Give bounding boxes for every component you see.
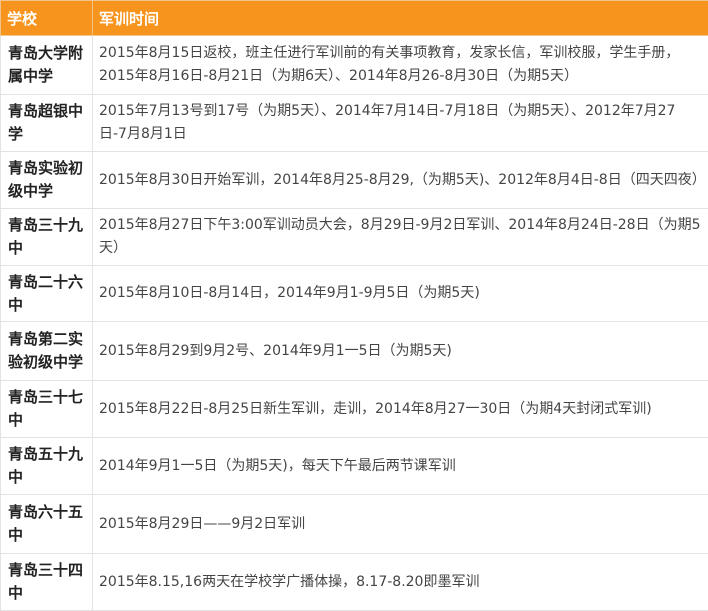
school-name: 青岛超银中学 <box>1 95 93 152</box>
school-name: 青岛三十七中 <box>1 381 93 438</box>
table-row: 青岛六十五中 2015年8月29日——9月2日军训 <box>1 495 708 554</box>
training-time: 2015年8月22日-8月25日新生军训，走训，2014年8月27一30日（为期… <box>93 381 708 438</box>
training-time: 2015年7月13号到17号（为期5天）、2014年7月14日-7月18日（为期… <box>93 95 708 152</box>
header-school: 学校 <box>1 1 93 36</box>
table-row: 青岛三十九中 2015年8月27日下午3:00军训动员大会，8月29日-9月2日… <box>1 209 708 266</box>
table-row: 青岛二十六中 2015年8月10日-8月14日，2014年9月1-9月5日（为期… <box>1 266 708 322</box>
school-name: 青岛三十九中 <box>1 209 93 266</box>
training-time: 2015年8月10日-8月14日，2014年9月1-9月5日（为期5天) <box>93 266 708 322</box>
table-row: 青岛超银中学 2015年7月13号到17号（为期5天）、2014年7月14日-7… <box>1 95 708 152</box>
school-name: 青岛六十五中 <box>1 495 93 554</box>
training-time: 2015年8月27日下午3:00军训动员大会，8月29日-9月2日军训、2014… <box>93 209 708 266</box>
school-name: 青岛大学附属中学 <box>1 36 93 95</box>
training-time: 2015年8月29到9月2号、2014年9月1一5日（为期5天) <box>93 322 708 381</box>
training-time: 2015年8月15日返校，班主任进行军训前的有关事项教育，发家长信，军训校服，学… <box>93 36 708 95</box>
table-row: 青岛三十四中 2015年8.15,16两天在学校学广播体操，8.17-8.20即… <box>1 554 708 611</box>
training-time: 2015年8月29日——9月2日军训 <box>93 495 708 554</box>
training-time: 2015年8.15,16两天在学校学广播体操，8.17-8.20即墨军训 <box>93 554 708 611</box>
table-header-row: 学校 军训时间 <box>1 1 708 36</box>
table-row: 青岛五十九中 2014年9月1一5日（为期5天)，每天下午最后两节课军训 <box>1 438 708 495</box>
table-row: 青岛实验初级中学 2015年8月30日开始军训，2014年8月25-8月29,（… <box>1 152 708 209</box>
school-name: 青岛二十六中 <box>1 266 93 322</box>
table-row: 青岛第二实验初级中学 2015年8月29到9月2号、2014年9月1一5日（为期… <box>1 322 708 381</box>
school-name: 青岛五十九中 <box>1 438 93 495</box>
military-training-table: 学校 军训时间 青岛大学附属中学 2015年8月15日返校，班主任进行军训前的有… <box>0 0 708 611</box>
school-name: 青岛三十四中 <box>1 554 93 611</box>
header-training-time: 军训时间 <box>93 1 708 36</box>
school-name: 青岛第二实验初级中学 <box>1 322 93 381</box>
training-time: 2015年8月30日开始军训，2014年8月25-8月29,（为期5天)、201… <box>93 152 708 209</box>
table-row: 青岛三十七中 2015年8月22日-8月25日新生军训，走训，2014年8月27… <box>1 381 708 438</box>
training-time: 2014年9月1一5日（为期5天)，每天下午最后两节课军训 <box>93 438 708 495</box>
table-row: 青岛大学附属中学 2015年8月15日返校，班主任进行军训前的有关事项教育，发家… <box>1 36 708 95</box>
school-name: 青岛实验初级中学 <box>1 152 93 209</box>
